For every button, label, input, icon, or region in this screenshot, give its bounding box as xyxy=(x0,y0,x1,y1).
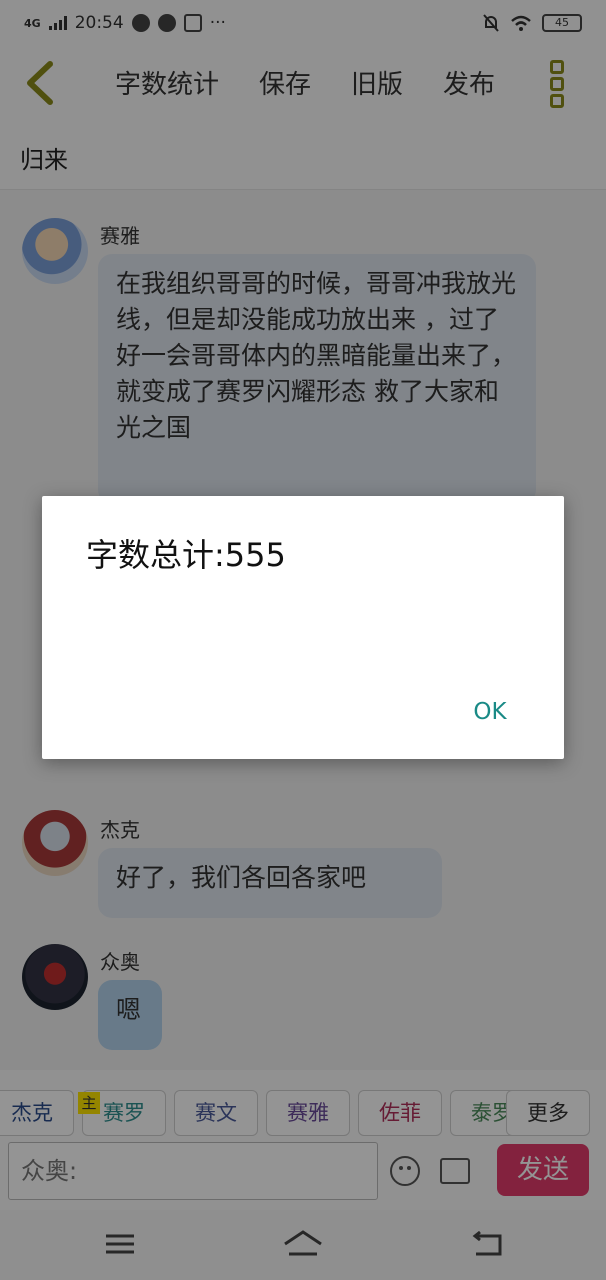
word-count-dialog: 字数总计:555 OK xyxy=(42,496,564,759)
dialog-message: 字数总计:555 xyxy=(86,536,286,574)
ok-button[interactable]: OK xyxy=(460,692,520,732)
